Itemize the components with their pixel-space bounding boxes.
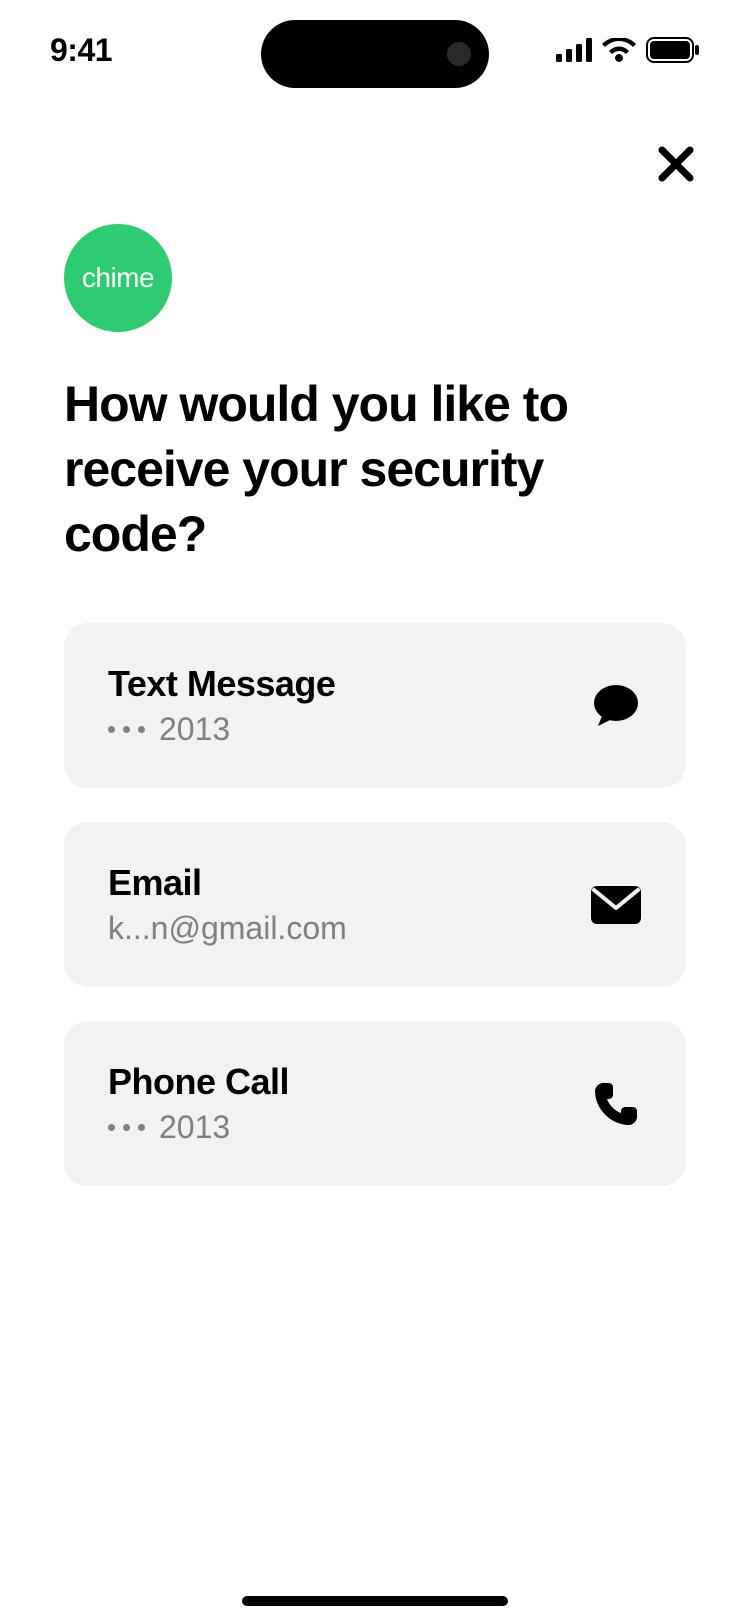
option-text-message[interactable]: Text Message 2013 [64,623,686,788]
option-subtitle: 2013 [108,711,335,748]
option-subtitle: 2013 [108,1109,289,1146]
status-indicators [556,37,700,63]
battery-icon [646,37,700,63]
chat-bubble-icon [590,680,642,732]
close-button[interactable] [652,140,700,188]
status-time: 9:41 [50,32,112,69]
cellular-icon [556,38,592,62]
brand-logo-text: chime [82,262,154,294]
island-camera-dot [447,42,471,66]
wifi-icon [602,38,636,62]
option-title: Email [108,862,347,904]
option-email[interactable]: Email k...n@gmail.com [64,822,686,987]
masked-dots [108,1124,145,1131]
email-value: k...n@gmail.com [108,910,347,947]
masked-value: 2013 [159,1109,230,1146]
phone-icon [590,1078,642,1130]
option-phone-call[interactable]: Phone Call 2013 [64,1021,686,1186]
status-bar: 9:41 [0,0,750,100]
masked-value: 2013 [159,711,230,748]
option-title: Phone Call [108,1061,289,1103]
brand-logo: chime [64,224,172,332]
envelope-icon [590,879,642,931]
dynamic-island [261,20,489,88]
close-icon [656,144,696,184]
masked-dots [108,726,145,733]
option-subtitle: k...n@gmail.com [108,910,347,947]
home-indicator[interactable] [242,1596,508,1606]
page-title: How would you like to receive your secur… [64,372,686,567]
option-title: Text Message [108,663,335,705]
